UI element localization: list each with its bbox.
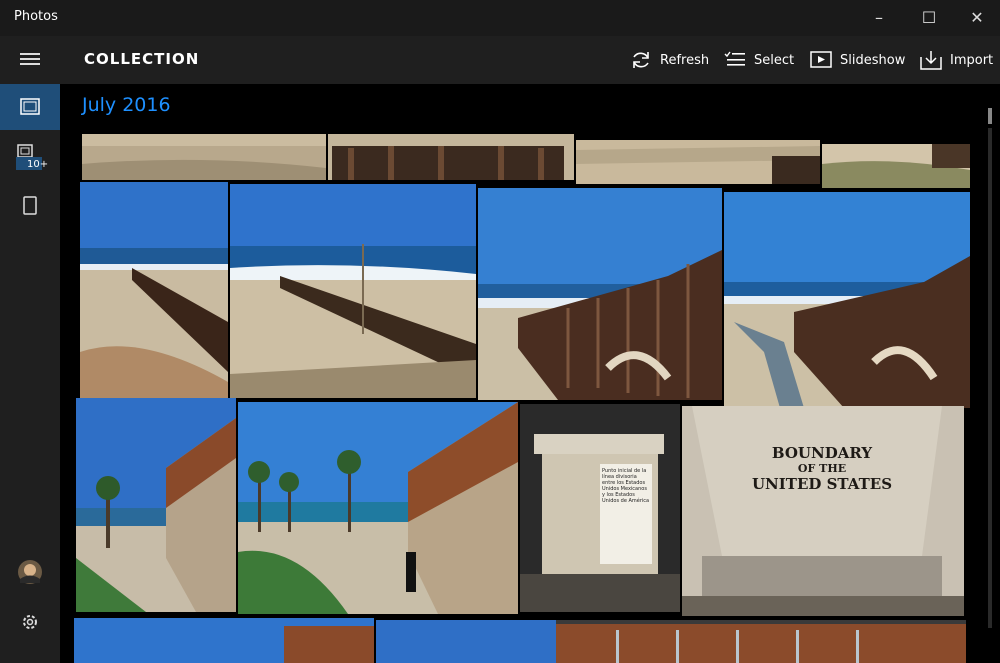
marker-line-ofthe: OF THE bbox=[797, 462, 847, 475]
import-icon bbox=[920, 51, 942, 70]
photo-thumbnail[interactable] bbox=[376, 620, 966, 663]
header-bar: COLLECTION Refresh Select Slideshow Impo… bbox=[60, 36, 1000, 84]
marker-line-boundary: BOUNDARY bbox=[771, 444, 873, 462]
photo-thumbnail[interactable] bbox=[80, 182, 228, 398]
vertical-scrollbar[interactable] bbox=[986, 108, 994, 628]
sidebar-item-folders[interactable] bbox=[0, 183, 60, 229]
select-icon bbox=[724, 51, 745, 66]
refresh-icon bbox=[633, 52, 649, 68]
hamburger-menu-button[interactable] bbox=[0, 36, 60, 82]
settings-button[interactable] bbox=[0, 599, 60, 645]
photo-thumbnail[interactable] bbox=[478, 188, 722, 400]
slideshow-icon bbox=[810, 51, 832, 68]
folder-icon bbox=[23, 196, 37, 215]
plaque-text: Punto inicial de la línea divisoria entr… bbox=[602, 468, 650, 504]
sidebar: 10+ bbox=[0, 36, 60, 663]
title-bar: Photos – ☐ ✕ bbox=[0, 0, 1000, 36]
slideshow-button[interactable]: Slideshow bbox=[810, 46, 905, 74]
gear-icon bbox=[23, 615, 37, 629]
refresh-button[interactable]: Refresh bbox=[630, 46, 709, 74]
maximize-button[interactable]: ☐ bbox=[906, 0, 952, 36]
photo-thumbnail[interactable]: Punto inicial de la línea divisoria entr… bbox=[520, 404, 680, 612]
page-title: COLLECTION bbox=[84, 50, 200, 68]
collection-icon bbox=[20, 98, 40, 115]
photo-thumbnail[interactable] bbox=[230, 184, 476, 398]
albums-count-badge: 10+ bbox=[27, 159, 49, 170]
minimize-button[interactable]: – bbox=[856, 0, 902, 36]
refresh-label: Refresh bbox=[660, 52, 710, 68]
month-heading: July 2016 bbox=[82, 94, 171, 116]
avatar bbox=[18, 560, 42, 584]
photo-thumbnail[interactable] bbox=[74, 618, 374, 663]
photo-thumbnail[interactable] bbox=[724, 192, 970, 408]
photos-window: Photos – ☐ ✕ 10+ COLLECTION Refresh Sele… bbox=[0, 0, 1000, 663]
hamburger-icon bbox=[20, 53, 40, 65]
import-label: Import bbox=[950, 52, 994, 68]
sidebar-item-albums[interactable]: 10+ bbox=[0, 134, 60, 180]
slideshow-label: Slideshow bbox=[840, 52, 906, 68]
sidebar-item-collection[interactable] bbox=[0, 84, 60, 130]
photo-thumbnail[interactable]: BOUNDARY OF THE UNITED STATES bbox=[682, 406, 964, 616]
photo-thumbnail[interactable] bbox=[822, 144, 970, 188]
photo-thumbnail[interactable] bbox=[238, 402, 518, 614]
photo-thumbnail[interactable] bbox=[328, 134, 574, 180]
marker-line-united-states: UNITED STATES bbox=[751, 475, 893, 493]
app-title: Photos bbox=[14, 9, 58, 24]
photo-collection: July 2016 Punto inicial de la línea divi… bbox=[60, 84, 1000, 663]
close-button[interactable]: ✕ bbox=[954, 0, 1000, 36]
photo-thumbnail[interactable] bbox=[76, 398, 236, 612]
photo-thumbnail[interactable] bbox=[82, 134, 326, 180]
select-button[interactable]: Select bbox=[724, 46, 794, 74]
import-button[interactable]: Import bbox=[920, 46, 993, 74]
photo-thumbnail[interactable] bbox=[576, 140, 820, 184]
account-avatar[interactable] bbox=[0, 549, 60, 595]
select-label: Select bbox=[754, 52, 795, 68]
